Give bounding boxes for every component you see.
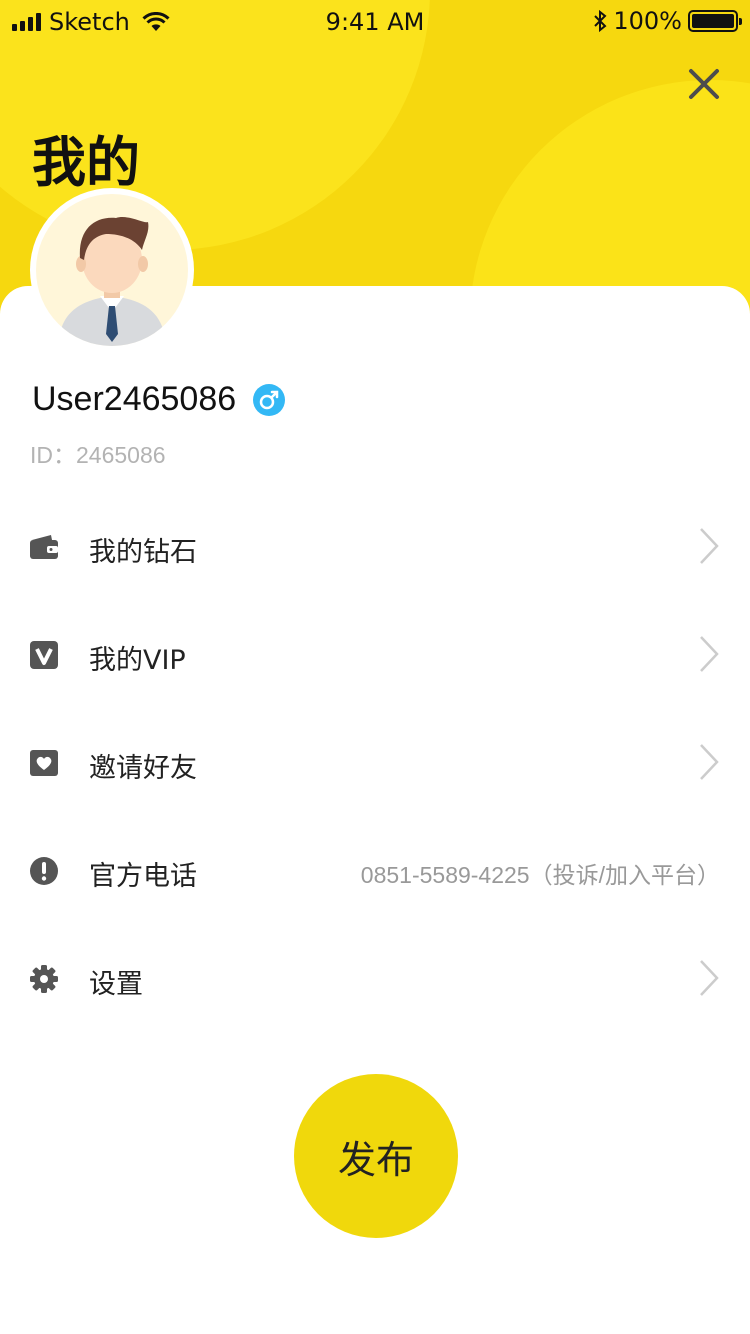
gear-icon (30, 965, 58, 993)
username: User2465086 (32, 380, 237, 418)
chevron-right-icon (700, 960, 719, 996)
exclamation-icon (30, 857, 58, 885)
menu-item-official-phone[interactable]: 官方电话 0851-5589-4225（投诉/加入平台） (0, 818, 750, 926)
status-bar: Sketch 9:41 AM 100% (0, 0, 750, 44)
menu-label: 官方电话 (89, 861, 197, 892)
chevron-right-icon (700, 744, 719, 780)
menu-label: 我的VIP (89, 645, 186, 676)
chevron-right-icon (700, 636, 719, 672)
chevron-right-icon (700, 528, 719, 564)
user-id: ID：2465086 (30, 442, 166, 468)
menu-item-vip[interactable]: 我的VIP (0, 602, 750, 710)
menu-label: 设置 (89, 969, 143, 1000)
phone-number: 0851-5589-4225（投诉/加入平台） (360, 862, 720, 888)
avatar[interactable] (30, 188, 194, 352)
publish-button[interactable]: 发布 (294, 1074, 458, 1238)
male-icon (253, 383, 286, 416)
menu-item-invite[interactable]: 邀请好友 (0, 710, 750, 818)
menu-label: 我的钻石 (89, 537, 197, 568)
battery-percent: 100% (613, 7, 682, 35)
menu-label: 邀请好友 (89, 753, 197, 784)
page-title: 我的 (32, 131, 140, 194)
close-icon (689, 69, 719, 99)
menu-item-settings[interactable]: 设置 (0, 926, 750, 1034)
menu-item-diamonds[interactable]: 我的钻石 (0, 494, 750, 602)
bluetooth-icon (594, 9, 607, 33)
battery-icon (688, 10, 742, 32)
avatar-image (58, 217, 166, 346)
vip-icon (30, 641, 58, 669)
wallet-icon (30, 535, 58, 559)
close-button[interactable] (682, 62, 726, 106)
invite-icon (30, 750, 58, 776)
publish-label: 发布 (337, 1137, 414, 1182)
